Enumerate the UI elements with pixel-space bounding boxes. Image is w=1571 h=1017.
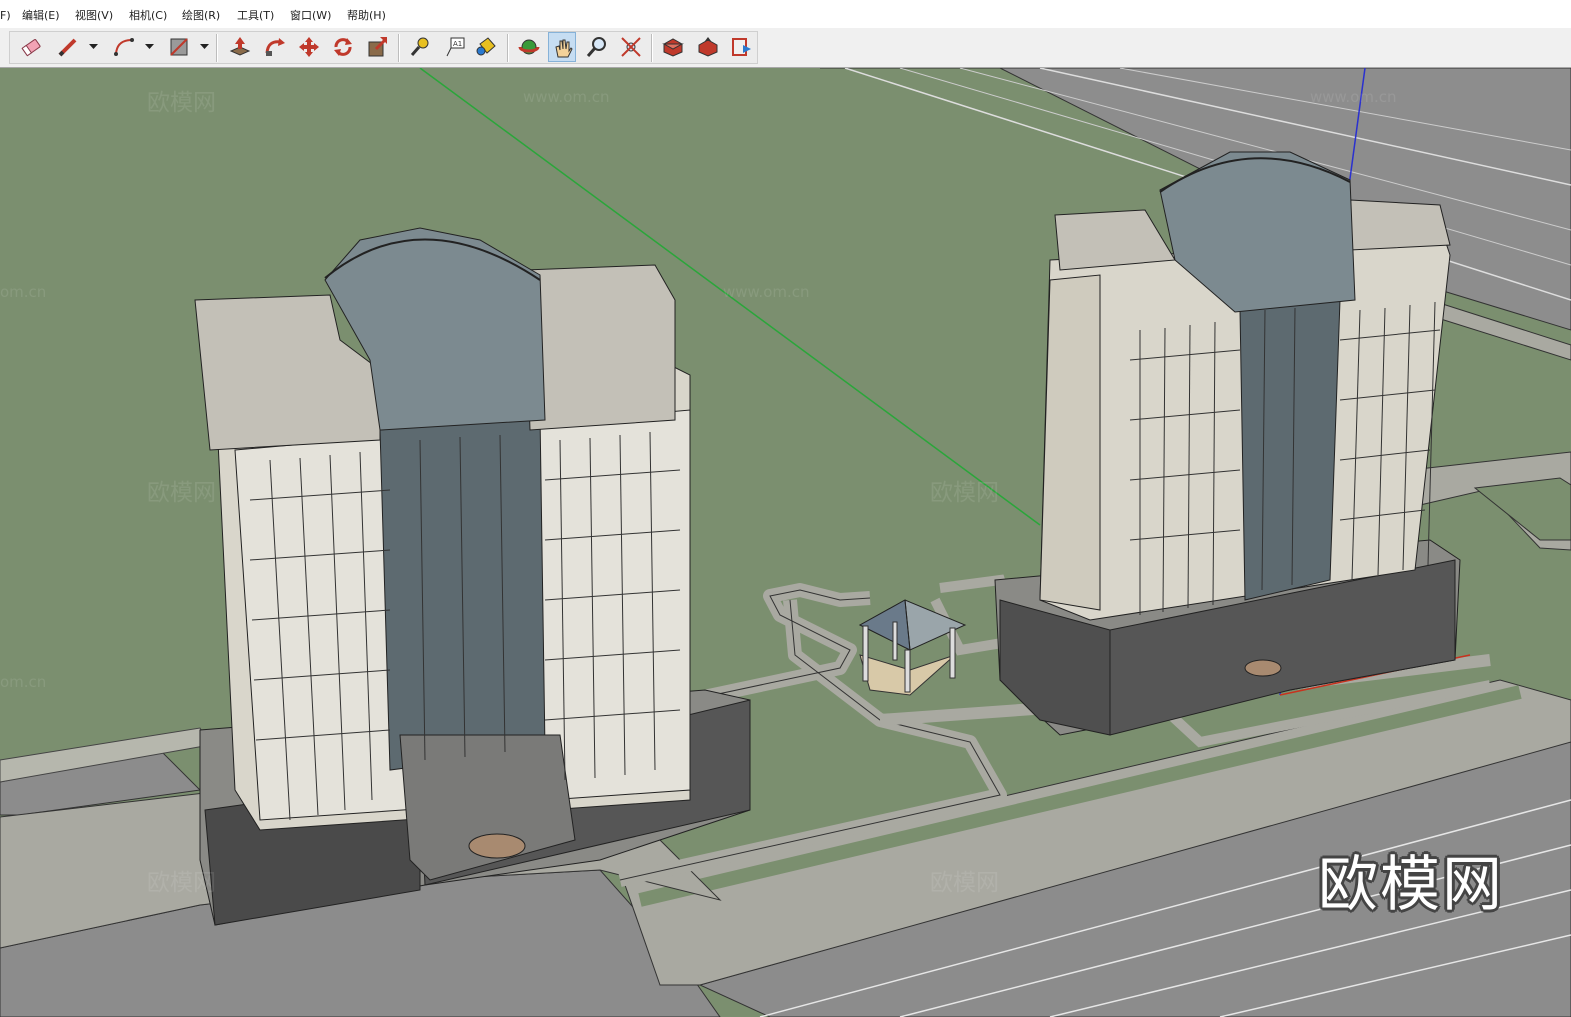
arc-button[interactable] xyxy=(110,32,138,62)
pan-hand-icon xyxy=(555,39,573,58)
pencil-icon xyxy=(58,38,77,57)
menu-camera[interactable]: 相机(C) xyxy=(129,9,167,23)
send-to-layout-button[interactable] xyxy=(728,32,756,62)
push-pull-button[interactable] xyxy=(226,32,254,62)
share-model-icon xyxy=(698,37,718,57)
pencil-dropdown-icon[interactable] xyxy=(89,43,98,51)
watermark-text: 欧模网 xyxy=(147,480,216,506)
3d-warehouse-icon xyxy=(662,38,684,57)
scale-icon xyxy=(368,37,388,57)
watermark-url: www.om.cn xyxy=(1310,88,1397,106)
eraser-button[interactable] xyxy=(17,32,45,62)
push-pull-icon xyxy=(229,37,251,56)
orbit-icon xyxy=(518,39,540,55)
zoom-extents-button[interactable] xyxy=(617,32,645,62)
move-icon xyxy=(299,37,319,57)
rectangle-icon xyxy=(170,38,188,56)
left-tower xyxy=(194,227,751,926)
watermark-text: 欧模网 xyxy=(930,870,999,896)
watermark-url: om.cn xyxy=(0,673,47,691)
menu-edit[interactable]: 编辑(E) xyxy=(22,9,60,23)
menu-help[interactable]: 帮助(H) xyxy=(347,9,386,23)
watermark-url: www.om.cn xyxy=(523,88,610,106)
paint-bucket-icon xyxy=(476,37,496,56)
paint-bucket-button[interactable] xyxy=(472,32,500,62)
model-viewport[interactable]: 欧模网 www.om.cn www.om.cn om.cn www.om.cn … xyxy=(0,68,1571,1017)
watermark-url: www.om.cn xyxy=(723,283,810,301)
menu-window[interactable]: 窗口(W) xyxy=(290,9,331,23)
menu-bar: F) 编辑(E) 视图(V) 相机(C) 绘图(R) 工具(T) 窗口(W) 帮… xyxy=(0,0,1571,28)
right-tower xyxy=(994,151,1461,736)
tape-measure-button[interactable] xyxy=(406,32,434,62)
move-button[interactable] xyxy=(295,32,323,62)
toolbar-separator xyxy=(398,34,400,62)
3d-warehouse-button[interactable] xyxy=(659,32,687,62)
toolbar-separator xyxy=(507,34,509,62)
follow-me-icon xyxy=(265,38,285,56)
eraser-icon xyxy=(21,39,41,57)
pencil-button[interactable] xyxy=(54,32,82,62)
toolbar-separator xyxy=(651,34,653,62)
tape-measure-icon xyxy=(410,37,429,56)
rotate-button[interactable] xyxy=(329,32,357,62)
zoom-extents-icon xyxy=(621,37,641,57)
scale-button[interactable] xyxy=(364,32,392,62)
send-to-layout-icon xyxy=(732,38,751,56)
pan-button[interactable] xyxy=(548,32,576,62)
rectangle-button[interactable] xyxy=(165,32,193,62)
menu-file[interactable]: F) xyxy=(0,9,11,23)
watermark-text: 欧模网 xyxy=(147,90,216,116)
orbit-button[interactable] xyxy=(515,32,543,62)
toolbar: A1 xyxy=(0,28,1571,68)
text-button[interactable]: A1 xyxy=(441,32,469,62)
follow-me-button[interactable] xyxy=(261,32,289,62)
watermark-url: om.cn xyxy=(0,283,47,301)
toolbar-separator xyxy=(216,34,218,62)
rotate-icon xyxy=(334,38,352,56)
watermark-text: 欧模网 xyxy=(930,480,999,506)
zoom-icon xyxy=(586,37,606,57)
share-model-button[interactable] xyxy=(694,32,722,62)
brand-logo: 欧模网 xyxy=(1318,850,1504,920)
arc-icon xyxy=(114,38,134,56)
rectangle-dropdown-icon[interactable] xyxy=(200,43,209,51)
menu-view[interactable]: 视图(V) xyxy=(75,9,113,23)
watermark-text: 欧模网 xyxy=(147,870,216,896)
menu-tools[interactable]: 工具(T) xyxy=(237,9,274,23)
arc-dropdown-icon[interactable] xyxy=(145,43,154,51)
text-icon: A1 xyxy=(446,37,465,57)
menu-draw[interactable]: 绘图(R) xyxy=(182,9,220,23)
zoom-button[interactable] xyxy=(583,32,611,62)
svg-text:A1: A1 xyxy=(453,40,462,48)
